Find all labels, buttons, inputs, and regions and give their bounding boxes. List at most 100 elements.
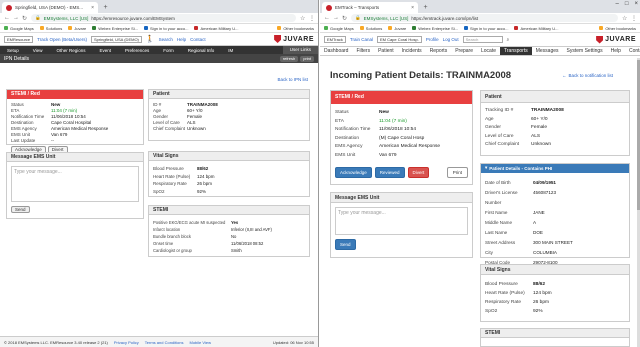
train-link[interactable]: Train Canal (350, 37, 373, 42)
forward-icon[interactable]: → (333, 15, 339, 21)
menu-setup[interactable]: Setup (0, 48, 26, 53)
bookmark-item[interactable]: Juvare (388, 26, 406, 31)
region-select[interactable]: EM Cape Coral Hosp. (376, 36, 422, 43)
bookmark-label: Solutions (45, 25, 63, 31)
logout-link[interactable]: Log Out (443, 37, 459, 42)
print-button[interactable]: print (300, 55, 314, 62)
logo-text: JUVARE (605, 36, 636, 43)
menu-icon[interactable]: ⋮ (309, 15, 315, 22)
tab-system-settings[interactable]: System Settings (563, 47, 607, 55)
back-icon[interactable]: ← (4, 15, 10, 21)
bookmark-item[interactable]: Sign in to your acco... (144, 26, 188, 31)
close-tab-icon[interactable]: × (91, 5, 94, 11)
message-textarea[interactable]: Type your message... (11, 166, 139, 202)
chevron-down-icon[interactable]: ▾ (485, 165, 487, 171)
menu-icon[interactable]: ⋮ (631, 15, 637, 22)
mobile-view-link[interactable]: Mobile View (189, 340, 211, 345)
bookmark-item[interactable]: Juvare (68, 26, 86, 31)
reload-icon[interactable]: ↻ (22, 15, 27, 22)
close-tab-icon[interactable]: × (411, 5, 414, 11)
left-browser-window: Springfield, USA (DEMO) - EMS... × + ← →… (0, 0, 319, 347)
bookmark-item[interactable]: Solutions (359, 26, 382, 31)
secure-label: EMSystems, LLC [US] (363, 15, 409, 21)
menu-regional-info[interactable]: Regional Info (181, 48, 222, 53)
url-field[interactable]: 🔒 EMSystems, LLC [US] https://emtrack.ju… (351, 14, 618, 22)
new-tab-icon[interactable]: + (421, 3, 430, 12)
back-to-list-link[interactable]: Back to IPN list (277, 77, 308, 82)
contact-link[interactable]: Contact (190, 37, 206, 42)
detail-value: Female (531, 125, 547, 130)
url-field[interactable]: 🔒 EMSystems, LLC [US] https://emresource… (31, 14, 296, 22)
send-button[interactable]: Send (11, 206, 30, 213)
footer: © 2018 EMSystems LLC. EMResource 3.40 re… (0, 336, 318, 347)
region-select[interactable]: Springfield, USA (DEMO) (90, 35, 142, 43)
forward-icon[interactable]: → (13, 15, 19, 21)
reload-icon[interactable]: ↻ (342, 15, 347, 22)
back-icon[interactable]: ← (324, 15, 330, 21)
org-select[interactable]: EMResource (4, 35, 34, 43)
bookmark-item[interactable]: Solutions (39, 25, 63, 31)
terms-link[interactable]: Terms and Conditions (145, 340, 184, 345)
detail-row: Heart Rate (Pulse) 124 bpm (149, 173, 309, 181)
menu-preferences[interactable]: Preferences (118, 48, 156, 53)
profile-link[interactable]: Profile (426, 37, 439, 42)
search-link[interactable]: Search (159, 37, 173, 42)
browser-tab[interactable]: EMTrack – Transports × (322, 2, 418, 13)
acknowledge-button[interactable]: Acknowledge (335, 167, 372, 178)
bookmark-item[interactable]: Sign in to your acco... (464, 26, 508, 31)
bookmark-item[interactable]: Google Maps (4, 26, 34, 31)
new-tab-icon[interactable]: + (101, 3, 110, 12)
minimize-icon[interactable]: – (616, 1, 619, 7)
bookmark-item[interactable]: Google Maps (324, 26, 354, 31)
tab-prepare[interactable]: Prepare (451, 47, 477, 55)
refresh-button[interactable]: refresh (279, 55, 299, 62)
send-button[interactable]: Send (335, 239, 356, 250)
message-textarea[interactable]: Type your message... (335, 207, 468, 235)
divert-button[interactable]: Divert (407, 167, 430, 178)
privacy-link[interactable]: Privacy Policy (114, 340, 139, 345)
bookmark-item[interactable]: Webex Enterprise Si... (412, 26, 458, 31)
help-link[interactable]: Help (177, 37, 186, 42)
tab-locate[interactable]: Locate (477, 47, 500, 55)
tab-reports[interactable]: Reports (426, 47, 452, 55)
close-window-icon[interactable]: × (634, 1, 638, 7)
star-icon[interactable]: ☆ (300, 15, 305, 22)
star-icon[interactable]: ☆ (622, 15, 627, 22)
menu-view[interactable]: View (26, 48, 50, 53)
maximize-icon[interactable]: □ (625, 1, 629, 7)
tab-filters[interactable]: Filters (352, 47, 374, 55)
back-to-list-link[interactable]: Back to notification list (569, 73, 614, 78)
org-select[interactable]: EMTrack (324, 36, 346, 43)
menu-im[interactable]: IM (221, 48, 240, 53)
quick-link[interactable]: Track Open (Beta/Users) (37, 37, 87, 42)
detail-value: JANE (533, 210, 545, 215)
detail-row: Heart Rate (Pulse) 124 bpm (481, 289, 629, 298)
browser-tab[interactable]: Springfield, USA (DEMO) - EMS... × (2, 2, 98, 13)
tab-messages[interactable]: Messages (532, 47, 563, 55)
reviewed-button[interactable]: Reviewed (374, 167, 405, 178)
bookmark-item[interactable]: American Military U... (194, 25, 239, 31)
other-bookmarks[interactable]: Other bookmarks (599, 26, 636, 31)
search-input[interactable]: Search (462, 36, 503, 43)
bookmark-item[interactable]: Webex Enterprise Si... (92, 26, 138, 31)
tab-title: EMTrack – Transports (335, 5, 380, 10)
menu-user-links[interactable]: User Links (282, 46, 318, 54)
menu-other-regions[interactable]: Other Regions (49, 48, 92, 53)
tab-transports[interactable]: Transports (500, 47, 532, 55)
tab-patient[interactable]: Patient (374, 47, 398, 55)
search-icon[interactable]: ⌕ (507, 37, 510, 42)
detail-value: -- (51, 138, 54, 143)
tab-contact[interactable]: Contact (625, 47, 640, 55)
tab-incidents[interactable]: Incidents (398, 47, 426, 55)
bookmark-item[interactable]: American Military U... (514, 26, 559, 31)
print-button[interactable]: Print (446, 167, 468, 178)
menu-form[interactable]: Form (156, 48, 181, 53)
tab-help[interactable]: Help (607, 47, 625, 55)
bookmarks-bar: Google Maps Solutions Juvare Webex Enter… (0, 24, 318, 33)
tab-dashboard[interactable]: Dashboard (320, 47, 352, 55)
bookmark-label: American Military U... (200, 25, 239, 31)
phi-header[interactable]: Patient Details - Contains PHI (489, 166, 552, 171)
back-to-list[interactable]: ← Back to notification list (562, 73, 613, 78)
other-bookmarks[interactable]: Other bookmarks (277, 26, 314, 31)
menu-event[interactable]: Event (92, 48, 118, 53)
